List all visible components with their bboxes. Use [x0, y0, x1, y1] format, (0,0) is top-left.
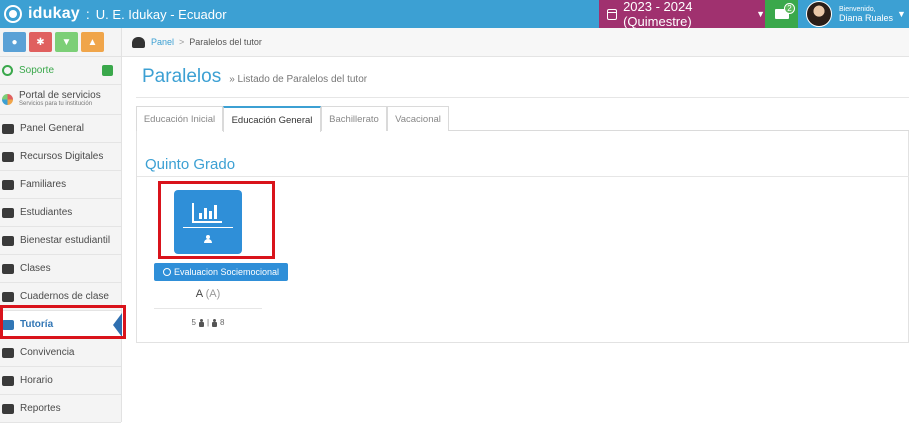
student-wellbeing-icon — [2, 235, 14, 246]
sidebar-item-label: Familiares — [20, 179, 67, 190]
level-tabs: Educación Inicial Educación General Bach… — [136, 106, 909, 132]
sidebar-item-portal[interactable]: Portal de servicios Servicios para tu in… — [0, 85, 121, 115]
user-greeting: Bienvenido, Diana Ruales — [839, 5, 893, 23]
sidebar-item-estudiantes[interactable]: Estudiantes — [0, 199, 121, 227]
sidebar-item-panel-general[interactable]: Panel General — [0, 115, 121, 143]
female-student-icon — [212, 318, 218, 327]
divider — [154, 308, 262, 309]
portal-title: Portal de servicios — [19, 89, 101, 101]
calendar-icon — [607, 8, 618, 20]
school-name: U. E. Idukay - Ecuador — [95, 6, 227, 22]
portal-icon — [2, 94, 13, 105]
sidebar-item-familiares[interactable]: Familiares — [0, 171, 121, 199]
user-quick-button[interactable]: ● — [3, 32, 26, 52]
external-link-icon — [102, 65, 113, 76]
sidebar-item-label: Reportes — [20, 403, 61, 414]
breadcrumb-panel-link[interactable]: Panel — [151, 37, 174, 47]
highlight-box-sidebar — [0, 305, 126, 339]
male-student-icon — [198, 318, 204, 327]
highlight-box-card — [158, 181, 275, 259]
grade-title: Quinto Grado — [145, 156, 236, 173]
sidebar-item-recursos-digitales[interactable]: Recursos Digitales — [0, 143, 121, 171]
sidebar-item-convivencia[interactable]: Convivencia — [0, 339, 121, 367]
period-label: 2023 - 2024 (Quimestre) — [623, 0, 693, 29]
idukay-logo-icon — [4, 5, 22, 23]
calendar-icon — [2, 375, 14, 386]
lifebuoy-icon — [2, 65, 13, 76]
sidebar-item-soporte[interactable]: Soporte — [0, 57, 121, 85]
student-icon — [2, 207, 14, 218]
dashboard-icon — [132, 36, 145, 48]
sidebar-item-label: Soporte — [19, 65, 55, 76]
breadcrumb-separator: > — [179, 37, 185, 47]
tab-vacacional[interactable]: Vacacional — [387, 106, 449, 131]
brand-name: idukay — [28, 5, 80, 22]
sidebar-item-label: Panel General — [20, 123, 84, 134]
page-header: Paralelos » Listado de Paralelos del tut… — [142, 66, 367, 88]
settings-quick-button[interactable]: ✱ — [29, 32, 52, 52]
user-icon — [2, 179, 14, 190]
bar-chart-icon — [2, 403, 14, 414]
sidebar-item-label: Horario — [20, 375, 53, 386]
top-navbar: idukay : U. E. Idukay - Ecuador 2023 - 2… — [0, 0, 909, 29]
page-subtitle: » Listado de Paralelos del tutor — [229, 74, 368, 85]
sidebar-item-label: Estudiantes — [20, 207, 73, 218]
avatar — [806, 1, 832, 27]
divider — [136, 97, 909, 98]
breadcrumb-current: Paralelos del tutor — [189, 37, 262, 47]
institution-quick-button[interactable]: ▲ — [81, 32, 104, 52]
sidebar-item-label: Recursos Digitales — [20, 151, 104, 162]
count-separator: | — [206, 318, 210, 327]
brand-separator: : — [85, 6, 90, 22]
evaluacion-socioemocional-button[interactable]: Evaluacion Sociemocional — [154, 263, 288, 281]
button-label: Evaluacion Sociemocional — [173, 267, 280, 277]
caret-down-icon: ▼ — [756, 9, 765, 19]
sidebar-item-horario[interactable]: Horario — [0, 367, 121, 395]
quick-actions: ● ✱ ▼ ▲ — [0, 28, 121, 57]
tab-educacion-inicial[interactable]: Educación Inicial — [136, 106, 223, 131]
notebook-icon — [2, 291, 14, 302]
caret-down-icon: ▼ — [897, 9, 906, 19]
shield-quick-button[interactable]: ▼ — [55, 32, 78, 52]
count-female: 8 — [220, 318, 225, 327]
laptop-icon — [2, 151, 14, 162]
dashboard-icon — [2, 123, 14, 134]
period-selector[interactable]: 2023 - 2024 (Quimestre) ▼ — [599, 0, 765, 29]
portal-text: Portal de servicios Servicios para tu in… — [19, 89, 101, 109]
sidebar-item-label: Clases — [20, 263, 51, 274]
user-name: Diana Ruales — [839, 13, 894, 23]
student-counts: 5 | 8 — [154, 318, 262, 327]
brand[interactable]: idukay : U. E. Idukay - Ecuador — [0, 0, 227, 28]
sidebar-item-label: Cuadernos de clase — [20, 291, 109, 302]
tab-bachillerato[interactable]: Bachillerato — [321, 106, 387, 131]
conduct-icon — [2, 347, 14, 358]
sidebar-item-label: Bienestar estudiantil — [20, 235, 111, 246]
messages-button[interactable]: 2 — [765, 0, 798, 28]
sidebar-item-bienestar[interactable]: Bienestar estudiantil — [0, 227, 121, 255]
flask-icon — [2, 263, 14, 274]
count-male: 5 — [191, 318, 196, 327]
sidebar-item-reportes[interactable]: Reportes — [0, 395, 121, 423]
smile-icon — [162, 268, 171, 276]
sidebar-item-clases[interactable]: Clases — [0, 255, 121, 283]
section-code: (A) — [205, 288, 221, 300]
portal-subtitle: Servicios para tu institución — [19, 100, 93, 107]
messages-badge: 2 — [784, 3, 795, 14]
user-menu[interactable]: Bienvenido, Diana Ruales ▼ — [798, 0, 909, 28]
sidebar: ● ✱ ▼ ▲ Soporte Portal de servicios Serv… — [0, 28, 122, 423]
divider — [137, 176, 909, 177]
section-label[interactable]: A (A) — [154, 288, 262, 300]
breadcrumb: Panel > Paralelos del tutor — [122, 28, 909, 57]
page-title: Paralelos — [142, 66, 222, 87]
tab-educacion-general[interactable]: Educación General — [223, 106, 321, 132]
section-name: A — [195, 288, 203, 300]
sidebar-item-label: Convivencia — [20, 347, 75, 358]
